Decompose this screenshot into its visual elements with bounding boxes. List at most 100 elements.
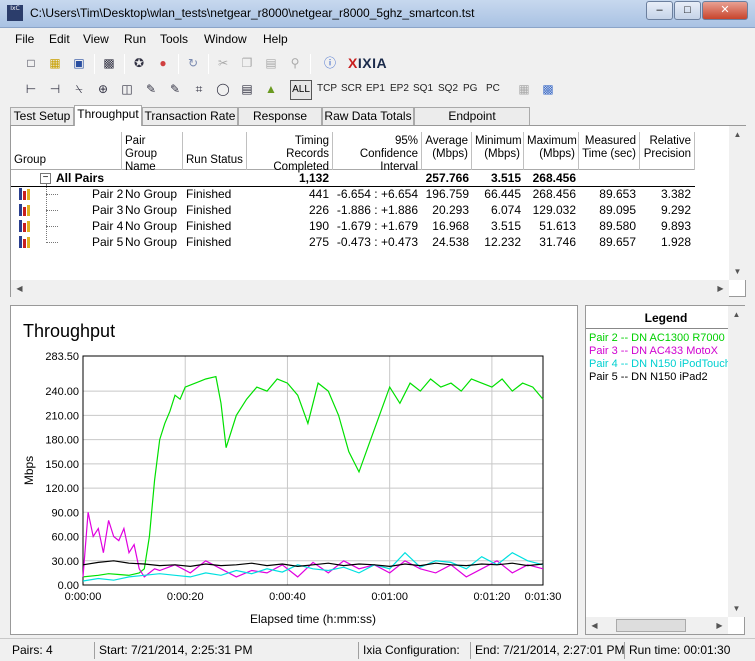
filter-ep2[interactable]: EP2 [390,83,409,94]
print-icon[interactable]: ▩ [100,54,118,72]
menu-window[interactable]: Window [204,32,247,46]
filter-pc[interactable]: PC [486,83,500,94]
filter-sq2[interactable]: SQ2 [438,83,458,94]
menu-file[interactable]: File [15,32,34,46]
find-icon[interactable]: ⚲ [286,54,304,72]
tab-response-time[interactable]: Response Time [238,107,322,139]
multicast-icon[interactable]: ⊣ [46,80,64,98]
title-bar: IxC C:\Users\Tim\Desktop\wlan_tests\netg… [0,0,755,28]
report-icon[interactable]: ▩ [539,80,557,98]
cut-icon[interactable]: ✂ [214,54,232,72]
legend-scroll-down-arrow[interactable]: ▼ [728,600,745,617]
table-row-all-pairs[interactable]: − All Pairs 1,132 257.766 3.515 268.456 [11,170,701,186]
minimize-button[interactable]: – [646,1,673,20]
table-row[interactable]: Pair 3 No Group Finished 226 -1.886 : +1.886… [11,202,701,218]
menu-tools[interactable]: Tools [160,32,188,46]
filter-pg[interactable]: PG [463,83,477,94]
maximize-button[interactable]: □ [674,1,701,20]
scroll-right-arrow[interactable]: ▶ [712,280,729,297]
menu-bar: File Edit View Run Tools Window Help [0,28,755,50]
timing-records: 226 [308,203,329,217]
col-average[interactable]: Average (Mbps) [422,132,472,170]
average: 24.538 [432,235,469,249]
refresh-icon[interactable]: ↻ [184,54,202,72]
scroll-down-arrow[interactable]: ▼ [729,263,746,280]
table-vertical-scrollbar[interactable]: ▲ ▼ [729,126,746,280]
col-timing-records[interactable]: Timing Records Completed [247,132,333,173]
legend-scroll-up-arrow[interactable]: ▲ [728,306,745,323]
timing-icon[interactable]: ◯ [214,80,232,98]
table-horizontal-scrollbar[interactable]: ◀ ▶ [11,280,729,297]
main-toolbar: □ ▦ ▣ ▩ ✪ ● ↻ ✂ ❐ ▤ ⚲ ⓘ XIXIA [8,51,748,77]
filter-scr[interactable]: SCR [341,83,362,94]
status-ixia-config: Ixia Configuration: [358,642,460,659]
tab-throughput[interactable]: Throughput [74,105,142,126]
edit-icon[interactable]: ✎ [166,80,184,98]
table-row[interactable]: Pair 4 No Group Finished 190 -1.679 : +1.679… [11,218,701,234]
run-icon[interactable]: ✪ [130,54,148,72]
confidence-interval: -6.654 : +6.654 [336,187,418,201]
pair-icon [19,220,31,232]
table-row[interactable]: Pair 5 No Group Finished 275 -0.473 : +0.473… [11,234,701,250]
tab-endpoint-configuration[interactable]: Endpoint Configuration [414,107,530,139]
minimum: 3.515 [490,219,521,233]
col-group[interactable]: Group [11,132,122,170]
legend-scroll-left-arrow[interactable]: ◀ [586,617,603,634]
col-minimum[interactable]: Minimum (Mbps) [472,132,524,170]
save-icon[interactable]: ▣ [70,54,88,72]
table-row[interactable]: Pair 2 No Group Finished 441 -6.654 : +6.654… [11,186,701,202]
open-folder-icon[interactable]: ▦ [46,54,64,72]
legend-scroll-right-arrow[interactable]: ▶ [711,617,728,634]
col-confidence-interval[interactable]: 95% Confidence Interval [333,132,422,173]
ranking-icon[interactable]: ▲ [262,80,280,98]
group-icon[interactable]: ◫ [118,80,136,98]
menu-view[interactable]: View [83,32,109,46]
tab-transaction-rate[interactable]: Transaction Rate [142,107,238,125]
col-maximum[interactable]: Maximum (Mbps) [524,132,579,170]
legend-scroll-thumb[interactable] [616,619,686,632]
col-relative-precision[interactable]: Relative Precision [640,132,695,170]
y-tick-label: 180.00 [45,435,79,447]
collapse-toggle[interactable]: − [40,173,51,184]
network-icon[interactable]: ⊕ [94,80,112,98]
options-icon[interactable]: ⌗ [190,80,208,98]
tab-test-setup[interactable]: Test Setup [10,107,74,125]
close-button[interactable]: ✕ [702,1,748,20]
paste-icon[interactable]: ▤ [262,54,280,72]
ixia-logo: XIXIA [348,55,388,71]
legend-horizontal-scrollbar[interactable]: ◀ ▶ [586,617,728,634]
script-icon[interactable]: ✎ [142,80,160,98]
pair-icon[interactable]: ⊢ [22,80,40,98]
col-measured-time[interactable]: Measured Time (sec) [579,132,640,170]
x-tick-label: 0:01:00 [371,591,408,603]
timing-records: 441 [308,187,329,201]
x-tick-label: 0:00:40 [269,591,306,603]
tab-raw-data-totals[interactable]: Raw Data Totals [322,107,414,125]
scroll-up-arrow[interactable]: ▲ [729,126,746,143]
filter-all-button[interactable]: ALL [290,80,312,100]
col-pair-group-name[interactable]: Pair Group Name [122,132,183,173]
filter-ep1[interactable]: EP1 [366,83,385,94]
filter-sq1[interactable]: SQ1 [413,83,433,94]
export-icon[interactable]: ▦ [515,80,533,98]
menu-edit[interactable]: Edit [49,32,70,46]
info-icon[interactable]: ⓘ [321,54,339,72]
legend-vertical-scrollbar[interactable]: ▲ ▼ [728,306,745,617]
menu-help[interactable]: Help [263,32,288,46]
all-pairs-maximum: 268.456 [532,171,576,185]
relative-precision: 1.928 [660,235,691,249]
y-axis-label: Mbps [22,456,36,485]
endpoint-icon[interactable]: ⍀ [70,80,88,98]
pair-name: Pair 3 [92,203,124,217]
results-icon[interactable]: ▤ [238,80,256,98]
scroll-left-arrow[interactable]: ◀ [11,280,28,297]
confidence-interval: -1.679 : +1.679 [336,219,418,233]
stop-icon[interactable]: ● [154,54,172,72]
col-run-status[interactable]: Run Status [183,132,247,170]
menu-run[interactable]: Run [124,32,146,46]
copy-icon[interactable]: ❐ [238,54,256,72]
filter-tcp[interactable]: TCP [317,83,337,94]
app-icon: IxC [7,5,23,21]
window-title: C:\Users\Tim\Desktop\wlan_tests\netgear_… [30,6,475,20]
new-file-icon[interactable]: □ [22,54,40,72]
